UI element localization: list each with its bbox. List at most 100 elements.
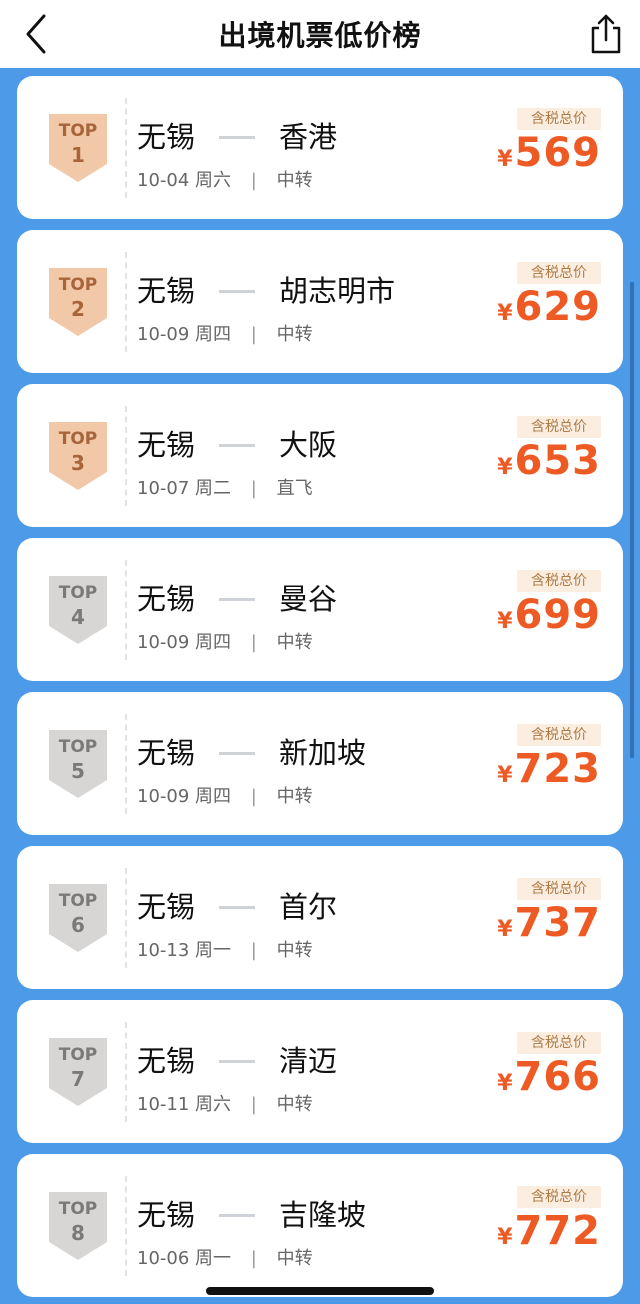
departure-date: 10-04 xyxy=(137,170,190,191)
price-value: 569 xyxy=(514,130,601,176)
ranking-card[interactable]: TOP 8 无锡 吉隆坡 10-06 周一 | 中转 含税总价 ¥772 xyxy=(17,1154,623,1297)
card-divider xyxy=(125,868,127,968)
transfer-type: 中转 xyxy=(276,170,313,191)
route: 无锡 新加坡 xyxy=(137,730,366,772)
ranking-card[interactable]: TOP 7 无锡 清迈 10-11 周六 | 中转 含税总价 ¥766 xyxy=(17,1000,623,1143)
departure-date: 10-09 xyxy=(137,786,190,807)
destination-city: 曼谷 xyxy=(279,582,338,616)
tax-included-label: 含税总价 xyxy=(517,262,601,284)
weekday: 周六 xyxy=(195,170,232,191)
svg-text:1: 1 xyxy=(71,143,85,167)
rank-badge: TOP 7 xyxy=(47,1036,109,1108)
rank-badge-shield-icon: TOP 6 xyxy=(49,884,107,952)
weekday: 周六 xyxy=(195,1094,232,1115)
transfer-type: 中转 xyxy=(276,1248,313,1269)
meta-separator: | xyxy=(250,632,257,653)
route-arrow xyxy=(219,289,255,293)
ranking-card[interactable]: TOP 3 无锡 大阪 10-07 周二 | 直飞 含税总价 ¥653 xyxy=(17,384,623,527)
currency-symbol: ¥ xyxy=(497,917,513,942)
rank-badge: TOP 6 xyxy=(47,882,109,954)
departure-date: 10-13 xyxy=(137,940,190,961)
origin-city: 无锡 xyxy=(137,736,196,770)
rank-badge-shield-icon: TOP 1 xyxy=(49,114,107,182)
meta-separator: | xyxy=(250,478,257,499)
currency-symbol: ¥ xyxy=(497,763,513,788)
ranking-card[interactable]: TOP 2 无锡 胡志明市 10-09 周四 | 中转 含税总价 ¥629 xyxy=(17,230,623,373)
flight-meta: 10-11 周六 | 中转 xyxy=(137,1090,313,1116)
transfer-type: 中转 xyxy=(276,786,313,807)
transfer-type: 中转 xyxy=(276,632,313,653)
transfer-type: 中转 xyxy=(276,1094,313,1115)
weekday: 周二 xyxy=(195,478,232,499)
route-arrow xyxy=(219,597,255,601)
flight-meta: 10-06 周一 | 中转 xyxy=(137,1244,313,1270)
price: ¥737 xyxy=(497,900,601,946)
card-divider xyxy=(125,406,127,506)
price-value: 699 xyxy=(514,592,601,638)
svg-text:TOP: TOP xyxy=(59,275,98,295)
scrollbar[interactable] xyxy=(630,282,634,758)
tax-included-label: 含税总价 xyxy=(517,878,601,900)
rank-badge: TOP 5 xyxy=(47,728,109,800)
destination-city: 大阪 xyxy=(279,428,338,462)
price: ¥772 xyxy=(497,1208,601,1254)
price: ¥699 xyxy=(497,592,601,638)
ranking-card[interactable]: TOP 5 无锡 新加坡 10-09 周四 | 中转 含税总价 ¥723 xyxy=(17,692,623,835)
rank-badge-shield-icon: TOP 5 xyxy=(49,730,107,798)
card-divider xyxy=(125,98,127,198)
route: 无锡 首尔 xyxy=(137,884,337,926)
tax-included-label: 含税总价 xyxy=(517,416,601,438)
weekday: 周四 xyxy=(195,786,232,807)
route: 无锡 大阪 xyxy=(137,422,337,464)
route: 无锡 胡志明市 xyxy=(137,268,395,310)
currency-symbol: ¥ xyxy=(497,301,513,326)
svg-text:TOP: TOP xyxy=(59,429,98,449)
flight-meta: 10-09 周四 | 中转 xyxy=(137,628,313,654)
weekday: 周四 xyxy=(195,632,232,653)
departure-date: 10-09 xyxy=(137,324,190,345)
meta-separator: | xyxy=(250,1248,257,1269)
svg-text:TOP: TOP xyxy=(59,891,98,911)
weekday: 周一 xyxy=(195,940,232,961)
rank-badge-shield-icon: TOP 4 xyxy=(49,576,107,644)
destination-city: 新加坡 xyxy=(279,736,367,770)
currency-symbol: ¥ xyxy=(497,455,513,480)
nav-header: 出境机票低价榜 xyxy=(0,0,640,68)
rank-badge: TOP 4 xyxy=(47,574,109,646)
price-value: 737 xyxy=(514,900,601,946)
meta-separator: | xyxy=(250,170,257,191)
ranking-card[interactable]: TOP 6 无锡 首尔 10-13 周一 | 中转 含税总价 ¥737 xyxy=(17,846,623,989)
svg-text:TOP: TOP xyxy=(59,1045,98,1065)
route-arrow xyxy=(219,751,255,755)
page-title: 出境机票低价榜 xyxy=(218,19,422,52)
meta-separator: | xyxy=(250,940,257,961)
route-arrow xyxy=(219,1059,255,1063)
departure-date: 10-11 xyxy=(137,1094,190,1115)
origin-city: 无锡 xyxy=(137,1198,196,1232)
departure-date: 10-09 xyxy=(137,632,190,653)
home-indicator[interactable] xyxy=(206,1287,434,1295)
flight-meta: 10-09 周四 | 中转 xyxy=(137,782,313,808)
origin-city: 无锡 xyxy=(137,890,196,924)
price-value: 629 xyxy=(514,284,601,330)
destination-city: 香港 xyxy=(279,120,338,154)
rank-badge: TOP 2 xyxy=(47,266,109,338)
rank-badge-shield-icon: TOP 7 xyxy=(49,1038,107,1106)
rank-badge-shield-icon: TOP 2 xyxy=(49,268,107,336)
origin-city: 无锡 xyxy=(137,274,196,308)
share-button[interactable] xyxy=(586,12,626,56)
price: ¥723 xyxy=(497,746,601,792)
price: ¥653 xyxy=(497,438,601,484)
route-arrow xyxy=(219,905,255,909)
meta-separator: | xyxy=(250,786,257,807)
price: ¥629 xyxy=(497,284,601,330)
svg-text:5: 5 xyxy=(71,759,85,783)
tax-included-label: 含税总价 xyxy=(517,1032,601,1054)
ranking-card[interactable]: TOP 1 无锡 香港 10-04 周六 | 中转 含税总价 ¥569 xyxy=(17,76,623,219)
rank-badge: TOP 8 xyxy=(47,1190,109,1262)
rank-badge: TOP 3 xyxy=(47,420,109,492)
price: ¥766 xyxy=(497,1054,601,1100)
ranking-card[interactable]: TOP 4 无锡 曼谷 10-09 周四 | 中转 含税总价 ¥699 xyxy=(17,538,623,681)
svg-text:TOP: TOP xyxy=(59,121,98,141)
rank-badge-shield-icon: TOP 3 xyxy=(49,422,107,490)
